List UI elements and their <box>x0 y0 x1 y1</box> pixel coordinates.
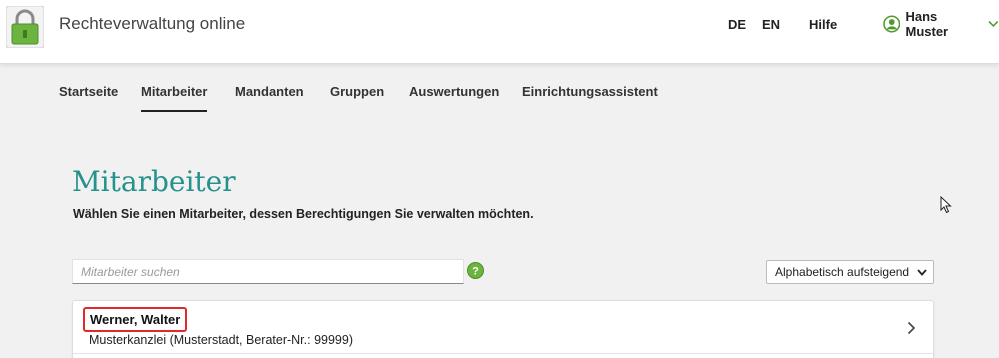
nav-item-startseite[interactable]: Startseite <box>59 84 118 99</box>
language-en-link[interactable]: EN <box>762 17 780 32</box>
nav-item-gruppen[interactable]: Gruppen <box>330 84 384 99</box>
chevron-right-icon[interactable] <box>907 321 916 335</box>
nav-item-einrichtungsassistent[interactable]: Einrichtungsassistent <box>522 84 658 99</box>
row-divider <box>73 353 933 354</box>
sort-select[interactable]: Alphabetisch aufsteigend <box>766 260 934 284</box>
padlock-icon[interactable] <box>6 6 44 48</box>
employee-list: Werner, Walter Musterkanzlei (Musterstad… <box>72 300 934 358</box>
chevron-down-icon <box>917 268 927 276</box>
language-de-link[interactable]: DE <box>728 17 746 32</box>
user-name: Hans Muster <box>905 9 949 39</box>
app-title: Rechteverwaltung online <box>59 14 246 33</box>
chevron-down-icon <box>988 21 999 28</box>
mouse-cursor-icon <box>940 196 952 214</box>
page-title: Mitarbeiter <box>72 165 236 198</box>
help-link[interactable]: Hilfe <box>809 17 837 32</box>
nav-item-mandanten[interactable]: Mandanten <box>235 84 304 99</box>
user-menu[interactable]: Hans Muster <box>883 9 999 39</box>
page-subtitle: Wählen Sie einen Mitarbeiter, dessen Ber… <box>73 207 534 221</box>
user-avatar-icon <box>883 15 901 33</box>
main-nav: Startseite Mitarbeiter Mandanten Gruppen… <box>0 64 999 120</box>
help-circle-icon[interactable]: ? <box>467 262 484 279</box>
employee-name: Werner, Walter <box>83 307 188 332</box>
sort-selected-value: Alphabetisch aufsteigend <box>775 265 910 279</box>
employee-search-input[interactable] <box>72 259 464 284</box>
employee-details: Musterkanzlei (Musterstadt, Berater-Nr.:… <box>89 333 353 347</box>
app-header: Rechteverwaltung online DE EN Hilfe Hans… <box>0 0 999 64</box>
nav-item-auswertungen[interactable]: Auswertungen <box>409 84 499 99</box>
nav-item-mitarbeiter[interactable]: Mitarbeiter <box>141 84 208 112</box>
svg-text:?: ? <box>472 266 479 278</box>
